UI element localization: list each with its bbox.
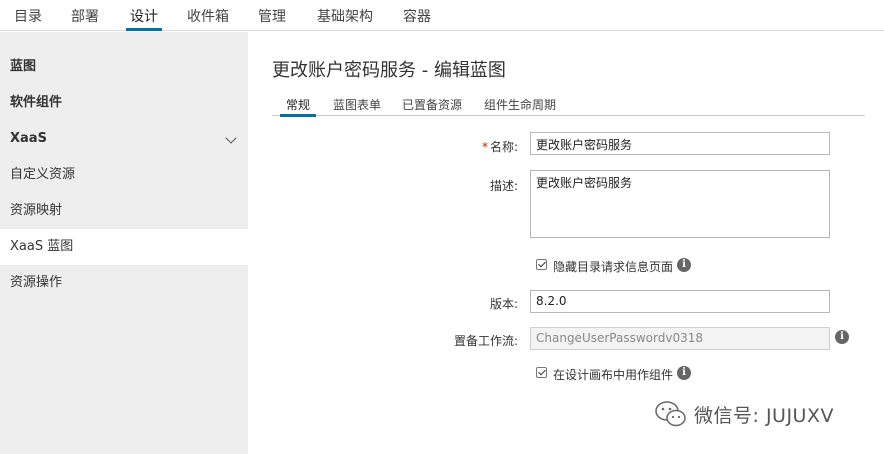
sidebar-item-label: 资源映射: [10, 203, 63, 218]
sidebar-item-resource-actions[interactable]: 资源操作: [0, 265, 248, 301]
workflow-label: 置备工作流:: [453, 334, 518, 348]
sidebar-item-resource-mappings[interactable]: 资源映射: [0, 193, 248, 229]
use-in-canvas-label: 在设计画布中用作组件: [553, 368, 674, 382]
sidebar: 蓝图 软件组件 XaaS 自定义资源 资源映射 XaaS 蓝图 资源操作: [0, 32, 248, 454]
nav-tab-containers[interactable]: 容器: [403, 6, 431, 31]
tab-blueprint-form[interactable]: 蓝图表单: [333, 96, 381, 116]
sidebar-item-label: 资源操作: [10, 275, 63, 290]
nav-tab-deployments[interactable]: 部署: [71, 6, 99, 31]
sidebar-item-custom-resources[interactable]: 自定义资源: [0, 157, 248, 193]
nav-tab-inbox[interactable]: 收件箱: [187, 6, 229, 31]
nav-tab-infrastructure[interactable]: 基础架构: [317, 6, 373, 31]
name-input[interactable]: 更改账户密码服务: [530, 132, 830, 155]
subtab-bar: 常规 蓝图表单 已置备资源 组件生命周期: [272, 96, 865, 117]
sidebar-item-software-components[interactable]: 软件组件: [0, 85, 248, 121]
chevron-down-icon[interactable]: [225, 132, 237, 144]
version-input[interactable]: 8.2.0: [530, 290, 830, 313]
hide-catalog-checkbox[interactable]: [536, 259, 547, 270]
watermark: 微信号: JUJUXV: [654, 399, 834, 429]
sidebar-item-label: 软件组件: [10, 95, 63, 110]
nav-tab-catalog[interactable]: 目录: [14, 6, 42, 31]
info-icon[interactable]: i: [677, 366, 691, 380]
hide-catalog-label: 隐藏目录请求信息页面: [553, 260, 674, 274]
tab-provisioned-resources[interactable]: 已置备资源: [402, 96, 462, 116]
nav-tab-design[interactable]: 设计: [126, 6, 162, 31]
description-textarea[interactable]: 更改账户密码服务: [530, 170, 830, 238]
workflow-input: ChangeUserPasswordv0318: [530, 327, 830, 350]
page-title: 更改账户密码服务 - 编辑蓝图: [272, 60, 506, 81]
sidebar-item-xaas-blueprints[interactable]: XaaS 蓝图: [0, 229, 248, 265]
sidebar-item-label: XaaS: [10, 131, 47, 146]
name-label-text: 名称:: [489, 140, 518, 154]
sidebar-item-label: 蓝图: [10, 59, 37, 74]
sidebar-item-blueprints[interactable]: 蓝图: [0, 49, 248, 85]
tab-general[interactable]: 常规: [279, 96, 317, 117]
info-icon[interactable]: i: [835, 330, 849, 344]
description-label: 描述:: [489, 179, 518, 193]
sidebar-item-xaas[interactable]: XaaS: [0, 121, 248, 157]
top-nav: 目录 部署 设计 收件箱 管理 基础架构 容器: [0, 0, 884, 31]
watermark-text: 微信号: JUJUXV: [694, 404, 834, 427]
required-mark: *: [481, 140, 488, 154]
wechat-icon: [655, 401, 686, 427]
nav-tab-administration[interactable]: 管理: [258, 6, 286, 31]
use-in-canvas-checkbox[interactable]: [536, 367, 547, 378]
sidebar-item-label: XaaS 蓝图: [10, 239, 74, 254]
sidebar-item-label: 自定义资源: [10, 167, 76, 182]
name-label: * 名称:: [368, 138, 518, 155]
info-icon[interactable]: i: [677, 258, 691, 272]
tab-component-lifecycle[interactable]: 组件生命周期: [484, 96, 556, 116]
version-label: 版本:: [489, 297, 518, 311]
